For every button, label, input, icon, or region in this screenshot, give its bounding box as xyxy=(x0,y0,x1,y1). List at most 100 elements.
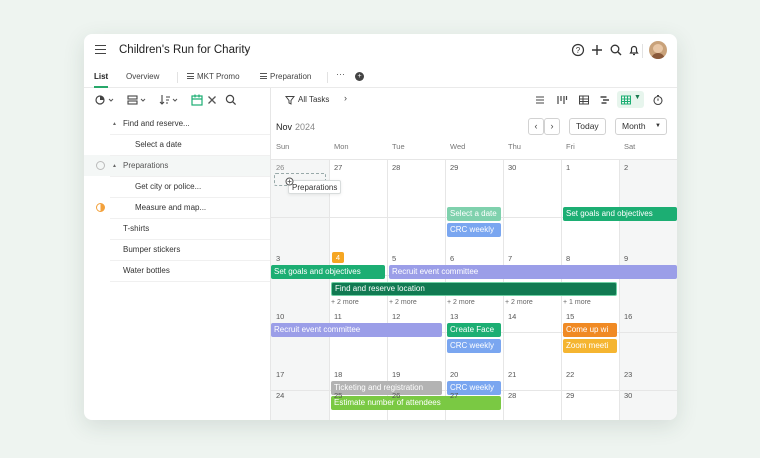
more-tabs-button[interactable]: ··· xyxy=(336,69,345,79)
calendar-event[interactable]: CRC weekly xyxy=(447,339,501,353)
collapse-icon[interactable]: ▲ xyxy=(112,163,117,169)
more-link[interactable]: + 2 more xyxy=(447,299,475,306)
prev-month-button[interactable]: ‹ xyxy=(528,118,544,135)
day-number[interactable]: 13 xyxy=(450,312,458,321)
tab-overview[interactable]: Overview xyxy=(126,72,159,81)
task-row[interactable]: T-shirts xyxy=(123,224,149,233)
more-link[interactable]: + 2 more xyxy=(389,299,417,306)
day-number[interactable]: 5 xyxy=(392,254,396,263)
task-row[interactable]: Water bottles xyxy=(123,266,170,275)
task-filter[interactable]: All Tasks xyxy=(298,95,329,104)
day-number[interactable]: 25 xyxy=(334,391,342,400)
day-number[interactable]: 28 xyxy=(392,163,400,172)
task-row[interactable]: Select a date xyxy=(135,140,182,149)
day-number[interactable]: 19 xyxy=(392,370,400,379)
month-calendar: Sun Mon Tue Wed Thu Fri Sat 26 27 28 29 … xyxy=(271,142,677,420)
day-number[interactable]: 1 xyxy=(566,163,570,172)
day-number[interactable]: 15 xyxy=(566,312,574,321)
next-month-button[interactable]: › xyxy=(544,118,560,135)
gantt-view-icon[interactable] xyxy=(599,94,611,106)
day-number[interactable]: 24 xyxy=(276,391,284,400)
day-number[interactable]: 9 xyxy=(624,254,628,263)
day-number[interactable]: 2 xyxy=(624,163,628,172)
task-row[interactable]: Bumper stickers xyxy=(123,245,180,254)
day-number[interactable]: 8 xyxy=(566,254,570,263)
chevron-down-icon[interactable]: ⌄ xyxy=(244,43,252,54)
close-icon[interactable] xyxy=(205,93,219,107)
view-select[interactable]: Month ▼ xyxy=(615,118,667,135)
day-number[interactable]: 26 xyxy=(276,163,284,172)
add-view-icon[interactable]: + xyxy=(355,72,364,81)
grid-line xyxy=(619,159,620,420)
project-title[interactable]: Children's Run for Charity xyxy=(119,44,250,56)
group-by-icon[interactable] xyxy=(126,93,148,107)
progress-filter-icon[interactable] xyxy=(94,93,116,107)
collapse-icon[interactable]: ▲ xyxy=(112,121,117,127)
calendar-event[interactable]: Recruit event committee xyxy=(389,265,677,279)
day-number[interactable]: 11 xyxy=(334,312,342,321)
day-number[interactable]: 18 xyxy=(334,370,342,379)
day-number[interactable]: 27 xyxy=(450,391,458,400)
avatar[interactable] xyxy=(649,41,667,59)
day-number[interactable]: 10 xyxy=(276,312,284,321)
today-button[interactable]: Today xyxy=(569,118,606,135)
calendar-event[interactable]: Select a date xyxy=(447,207,501,221)
menu-icon[interactable] xyxy=(95,45,106,54)
half-progress-icon[interactable] xyxy=(96,203,105,212)
tab-mkt-promo[interactable]: MKT Promo xyxy=(187,72,240,81)
day-number[interactable]: 16 xyxy=(624,312,632,321)
task-row[interactable]: Find and reserve... xyxy=(123,119,190,128)
drag-preview-card[interactable]: Preparations xyxy=(288,180,341,194)
task-row[interactable]: Preparations xyxy=(123,161,168,170)
more-link[interactable]: + 1 more xyxy=(563,299,591,306)
add-icon[interactable] xyxy=(590,43,604,57)
calendar-event[interactable]: Create Face xyxy=(447,323,501,337)
day-number[interactable]: 29 xyxy=(450,163,458,172)
tab-list[interactable]: List xyxy=(94,72,108,81)
day-number[interactable]: 30 xyxy=(508,163,516,172)
day-number[interactable]: 23 xyxy=(624,370,632,379)
day-number[interactable]: 6 xyxy=(450,254,454,263)
table-view-icon[interactable] xyxy=(578,94,590,106)
day-number[interactable]: 28 xyxy=(508,391,516,400)
day-number[interactable]: 3 xyxy=(276,254,280,263)
day-number[interactable]: 17 xyxy=(276,370,284,379)
bell-icon[interactable] xyxy=(627,43,641,57)
calendar-event[interactable]: Zoom meeti xyxy=(563,339,617,353)
day-number[interactable]: 20 xyxy=(450,370,458,379)
status-circle-icon[interactable] xyxy=(96,161,105,170)
more-link[interactable]: + 2 more xyxy=(505,299,533,306)
filter-icon[interactable] xyxy=(285,95,295,105)
day-number[interactable]: 14 xyxy=(508,312,516,321)
day-number[interactable]: 29 xyxy=(566,391,574,400)
more-link[interactable]: + 2 more xyxy=(331,299,359,306)
calendar-event[interactable]: Set goals and objectives xyxy=(271,265,385,279)
task-row[interactable]: Measure and map... xyxy=(135,203,206,212)
task-row[interactable]: Get city or police... xyxy=(135,182,201,191)
calendar-event[interactable]: Find and reserve location xyxy=(331,282,617,296)
calendar-event[interactable]: Recruit event committee xyxy=(271,323,442,337)
day-number[interactable]: 21 xyxy=(508,370,516,379)
list-view-icon[interactable] xyxy=(534,94,546,106)
drag-cursor-icon xyxy=(285,177,294,186)
day-number[interactable]: 27 xyxy=(334,163,342,172)
search-icon[interactable] xyxy=(224,93,238,107)
board-view-icon[interactable] xyxy=(556,94,568,106)
day-number[interactable]: 7 xyxy=(508,254,512,263)
day-number[interactable]: 12 xyxy=(392,312,400,321)
calendar-icon[interactable] xyxy=(190,93,204,107)
search-icon[interactable] xyxy=(609,43,623,57)
caret-down-icon: ▼ xyxy=(634,94,641,101)
day-number[interactable]: 26 xyxy=(392,391,400,400)
calendar-event[interactable]: Come up wi xyxy=(563,323,617,337)
calendar-event[interactable]: Set goals and objectives xyxy=(563,207,677,221)
chevron-right-icon[interactable]: › xyxy=(344,93,347,103)
day-number[interactable]: 30 xyxy=(624,391,632,400)
today-marker[interactable]: 4 xyxy=(332,252,344,263)
help-icon[interactable]: ? xyxy=(571,43,585,57)
timer-icon[interactable] xyxy=(652,94,664,106)
tab-preparation[interactable]: Preparation xyxy=(260,72,311,81)
day-number[interactable]: 22 xyxy=(566,370,574,379)
calendar-event[interactable]: CRC weekly xyxy=(447,223,501,237)
sort-icon[interactable] xyxy=(158,93,180,107)
